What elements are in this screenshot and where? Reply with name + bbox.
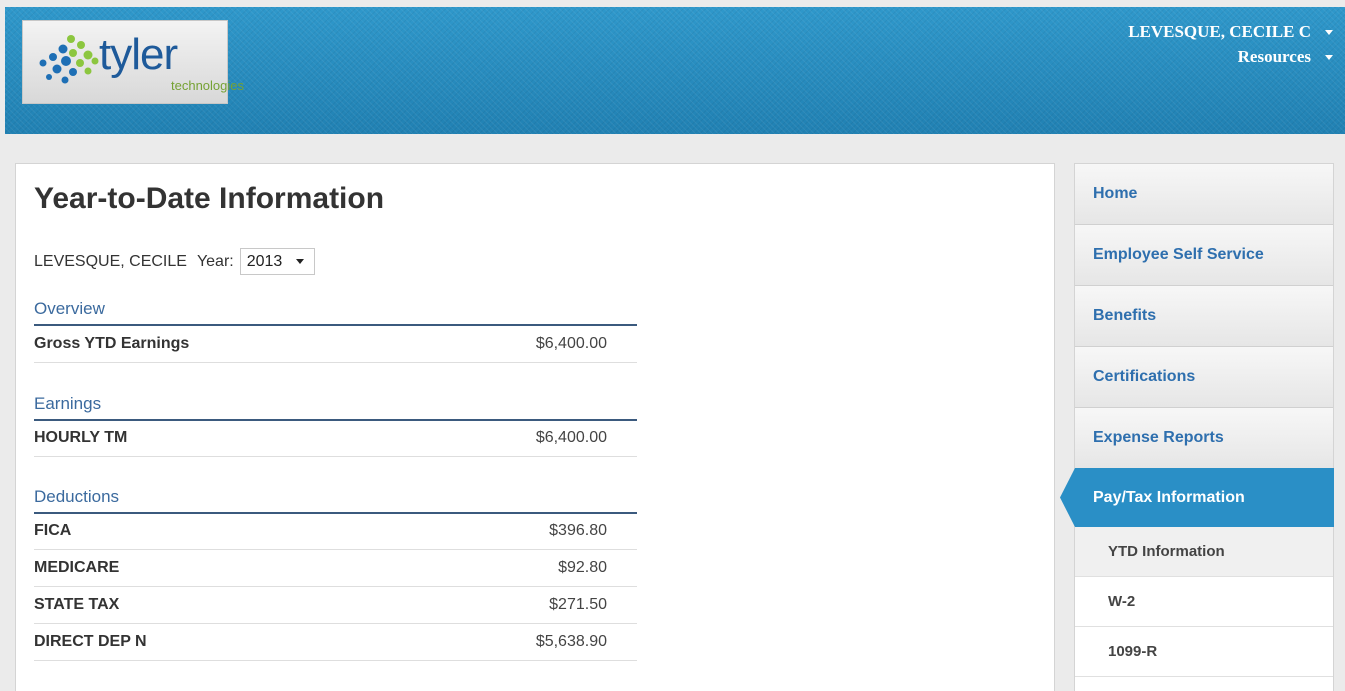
nav-item-home[interactable]: Home xyxy=(1075,164,1333,225)
chevron-down-icon xyxy=(1325,54,1333,60)
row-amount: $6,400.00 xyxy=(535,335,607,352)
nav-item-expense-reports[interactable]: Expense Reports xyxy=(1075,408,1333,469)
nav-item-benefits[interactable]: Benefits xyxy=(1075,286,1333,347)
section-heading-overview: Overview xyxy=(34,299,637,326)
logo-wordmark: tyler xyxy=(99,30,178,79)
side-nav: Home Employee Self Service Benefits Cert… xyxy=(1060,163,1334,691)
employee-name: LEVESQUE, CECILE xyxy=(34,252,187,270)
section-heading-earnings: Earnings xyxy=(34,394,637,421)
row-label: DIRECT DEP N xyxy=(34,633,147,650)
row-label: Gross YTD Earnings xyxy=(34,335,190,352)
chevron-down-icon xyxy=(1325,29,1333,35)
tyler-logo[interactable]: tyler technologies xyxy=(22,20,244,104)
ytd-content-panel: Year-to-Date Information LEVESQUE, CECIL… xyxy=(15,163,1055,691)
row-amount: $271.50 xyxy=(549,596,607,613)
nav-item-pay-tax-information[interactable]: Pay/Tax Information xyxy=(1060,468,1334,527)
subnav-item-w2[interactable]: W-2 xyxy=(1075,577,1333,627)
employee-year-line: LEVESQUE, CECILE Year: 2013 xyxy=(34,248,316,275)
nav-item-certifications[interactable]: Certifications xyxy=(1075,347,1333,408)
nav-item-employee-self-service[interactable]: Employee Self Service xyxy=(1075,225,1333,286)
row-label: HOURLY TM xyxy=(34,429,128,446)
logo-subtitle: technologies xyxy=(171,78,244,93)
section-heading-deductions: Deductions xyxy=(34,487,637,514)
row-amount: $92.80 xyxy=(558,559,607,576)
table-row: Gross YTD Earnings $6,400.00 xyxy=(34,326,637,363)
table-row: DIRECT DEP N $5,638.90 xyxy=(34,624,637,661)
subnav-item-1099r[interactable]: 1099-R xyxy=(1075,627,1333,677)
user-menu: LEVESQUE, CECILE C Resources xyxy=(1128,21,1333,71)
row-amount: $396.80 xyxy=(549,522,607,539)
resources-menu[interactable]: Resources xyxy=(1128,46,1333,68)
row-amount: $6,400.00 xyxy=(535,429,607,446)
table-row: STATE TAX $271.50 xyxy=(34,587,637,624)
user-name-menu[interactable]: LEVESQUE, CECILE C xyxy=(1128,21,1333,43)
table-row: HOURLY TM $6,400.00 xyxy=(34,420,637,457)
page-title: Year-to-Date Information xyxy=(34,182,385,215)
chevron-down-icon xyxy=(296,259,305,264)
row-label: FICA xyxy=(34,522,72,539)
row-amount: $5,638.90 xyxy=(535,633,607,650)
year-select[interactable]: 2013 xyxy=(239,248,316,275)
table-row: FICA $396.80 xyxy=(34,513,637,550)
row-label: STATE TAX xyxy=(34,596,120,613)
year-label: Year: xyxy=(196,252,234,270)
subnav-item-ytd-information[interactable]: YTD Information xyxy=(1075,527,1333,577)
logo-dots-icon xyxy=(39,35,99,84)
year-value: 2013 xyxy=(246,252,283,270)
resources-label: Resources xyxy=(1237,47,1311,66)
app-header: tyler technologies LEVESQUE, CECILE C Re… xyxy=(5,7,1345,134)
row-label: MEDICARE xyxy=(34,559,120,576)
table-row: MEDICARE $92.80 xyxy=(34,550,637,587)
user-name-label: LEVESQUE, CECILE C xyxy=(1128,22,1311,41)
